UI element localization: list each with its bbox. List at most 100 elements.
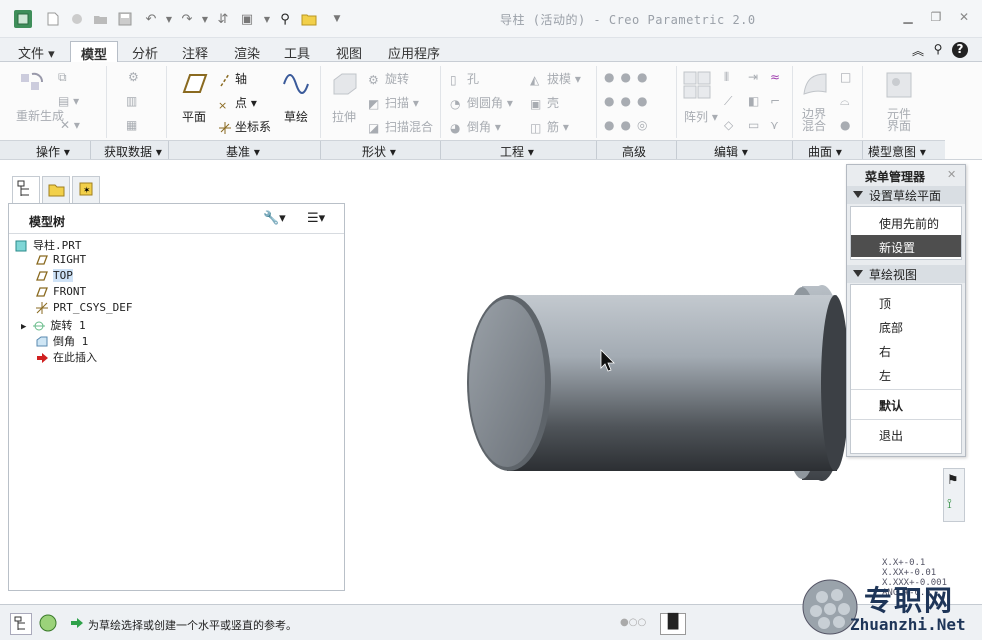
group-engineering[interactable]: 工程 ▾ <box>500 143 534 160</box>
windows-icon[interactable]: ▣ <box>238 10 256 28</box>
group-surfaces[interactable]: 曲面 ▾ <box>808 143 842 160</box>
advanced-icons-row1[interactable]: ●●● <box>604 70 653 84</box>
group-editing[interactable]: 编辑 ▾ <box>714 143 748 160</box>
boundary-blend-icon[interactable] <box>800 70 830 100</box>
menu-item-new-setup[interactable]: 新设置 <box>851 235 961 257</box>
tab-render[interactable]: 渲染 <box>224 41 270 62</box>
regenerate-icon[interactable] <box>18 68 48 98</box>
tree-item-front[interactable]: FRONT <box>35 285 86 301</box>
group-get-data[interactable]: 获取数据 ▾ <box>104 143 162 160</box>
tab-view[interactable]: 视图 <box>326 41 372 62</box>
advanced-icons-row2[interactable]: ●●● <box>604 94 653 108</box>
group-advanced[interactable]: 高级 <box>622 143 646 160</box>
minimize-button[interactable]: ▁ <box>898 10 918 26</box>
menu-section-setup-sketch-plane[interactable]: 设置草绘平面 <box>847 186 965 204</box>
tab-tools[interactable]: 工具 <box>274 41 320 62</box>
flag-icon[interactable]: ⚑ <box>947 473 959 488</box>
customize-toolbar-icon[interactable]: ▼ <box>328 10 346 28</box>
tree-columns-icon[interactable]: ☰▾ <box>307 211 325 226</box>
tab-model[interactable]: 模型 <box>70 41 119 63</box>
folder-yellow-icon[interactable] <box>300 10 318 28</box>
shell-button[interactable]: ▣ 壳 <box>530 94 559 111</box>
creo-app-icon[interactable] <box>14 10 32 28</box>
undo-dropdown-icon[interactable]: ▼ <box>160 10 178 28</box>
tree-item-part[interactable]: 导柱.PRT <box>15 237 82 253</box>
tab-analysis[interactable]: 分析 <box>122 41 168 62</box>
close-window-button[interactable]: ✕ <box>954 10 974 26</box>
user-defined-feature-icon[interactable]: ⚙ <box>128 70 139 84</box>
extrude-icon[interactable] <box>330 70 360 100</box>
sketch-button[interactable]: 草绘 <box>284 108 308 125</box>
copy-geometry-icon[interactable]: ▥ <box>126 94 137 108</box>
menu-item-top[interactable]: 顶 <box>851 291 961 313</box>
restore-button[interactable]: ❐ <box>926 10 946 26</box>
paste-icon[interactable]: ▤ ▾ <box>58 94 79 108</box>
draft-button[interactable]: ◭ 拔模 ▾ <box>530 70 581 87</box>
copy-icon[interactable]: ⧉ <box>58 70 67 85</box>
revolve-button[interactable]: ⚙ 旋转 <box>368 70 409 87</box>
solidify-icon[interactable]: ⋎ <box>770 118 779 132</box>
tab-applications[interactable]: 应用程序 <box>378 41 450 62</box>
offset-icon[interactable]: ◇ <box>724 118 733 132</box>
search-icon[interactable]: ⚲ <box>930 42 946 58</box>
swept-blend-button[interactable]: ◪ 扫描混合 <box>368 118 433 135</box>
favorites-tab[interactable]: ✶ <box>72 176 100 203</box>
pattern-button[interactable]: 阵列 ▾ <box>684 108 718 125</box>
menu-item-bottom[interactable]: 底部 <box>851 315 961 337</box>
model-tree-tab[interactable] <box>12 176 40 203</box>
component-interface-icon[interactable] <box>884 70 914 100</box>
fill-icon[interactable]: □ <box>840 70 851 84</box>
undo-icon[interactable]: ↶ <box>142 10 160 28</box>
boundary-blend-button[interactable]: 边界混合 <box>802 108 832 132</box>
trim-icon[interactable]: ⟋ <box>724 94 732 109</box>
help-icon[interactable]: ? <box>952 42 968 58</box>
project-icon[interactable]: ≈ <box>770 70 780 84</box>
axis-button[interactable]: 轴 <box>218 70 247 87</box>
group-model-intent[interactable]: 模型意图 ▾ <box>868 143 926 160</box>
rib-button[interactable]: ◫ 筋 ▾ <box>530 118 569 135</box>
menu-item-left[interactable]: 左 <box>851 363 961 385</box>
tree-item-chamfer[interactable]: 倒角 1 <box>35 333 88 349</box>
group-datum[interactable]: 基准 ▾ <box>226 143 260 160</box>
sketch-icon[interactable] <box>282 70 312 100</box>
extend-icon[interactable]: ⇥ <box>748 70 758 84</box>
plane-button[interactable]: 平面 <box>182 108 206 125</box>
tab-file[interactable]: 文件 ▾ <box>8 41 65 62</box>
open-circle-icon[interactable] <box>68 10 86 28</box>
graph-node-icon[interactable]: ⟟ <box>947 497 952 512</box>
tree-item-revolve[interactable]: ▶ 旋转 1 <box>21 317 86 333</box>
expand-arrow-icon[interactable]: ▶ <box>21 322 26 332</box>
hole-button[interactable]: ▯ 孔 <box>450 70 479 87</box>
group-operations[interactable]: 操作 ▾ <box>36 143 70 160</box>
merge-icon[interactable]: ◧ <box>748 94 759 108</box>
tree-settings-icon[interactable]: 🔧▾ <box>263 211 286 226</box>
pattern-icon[interactable] <box>682 70 712 100</box>
new-file-icon[interactable] <box>44 10 62 28</box>
regenerate-quick-icon[interactable]: ⇵ <box>214 10 232 28</box>
mirror-icon[interactable]: ⫴ <box>724 70 729 85</box>
shrinkwrap-icon[interactable]: ▦ <box>126 118 137 132</box>
menu-item-default[interactable]: 默认 <box>851 393 961 415</box>
menu-manager-close-icon[interactable]: ✕ <box>947 168 956 181</box>
show-navigator-icon[interactable] <box>10 613 32 635</box>
component-interface-button[interactable]: 元件界面 <box>884 108 914 132</box>
folder-browser-tab[interactable] <box>42 176 70 203</box>
extrude-button[interactable]: 拉伸 <box>332 108 356 125</box>
tab-annotate[interactable]: 注释 <box>172 41 218 62</box>
delete-icon[interactable]: ✕ ▾ <box>60 118 80 132</box>
selection-filter-icon[interactable]: ▐▌ <box>660 613 686 635</box>
browser-globe-icon[interactable] <box>38 613 60 635</box>
round-button[interactable]: ◔ 倒圆角 ▾ <box>450 94 513 111</box>
tree-item-insert-here[interactable]: 在此插入 <box>35 349 97 365</box>
find-icon[interactable]: ⚲ <box>276 10 294 28</box>
menu-section-sketch-view[interactable]: 草绘视图 <box>847 265 965 283</box>
intersect-icon[interactable]: ⌐ <box>770 94 780 108</box>
freestyle-icon[interactable]: ● <box>840 118 850 132</box>
sweep-button[interactable]: ◩ 扫描 ▾ <box>368 94 419 111</box>
menu-item-quit[interactable]: 退出 <box>851 423 961 445</box>
group-shapes[interactable]: 形状 ▾ <box>362 143 396 160</box>
plane-icon[interactable] <box>178 72 208 102</box>
menu-item-right[interactable]: 右 <box>851 339 961 361</box>
advanced-icons-row3[interactable]: ●●◎ <box>604 118 653 132</box>
thicken-icon[interactable]: ▭ <box>748 118 759 132</box>
